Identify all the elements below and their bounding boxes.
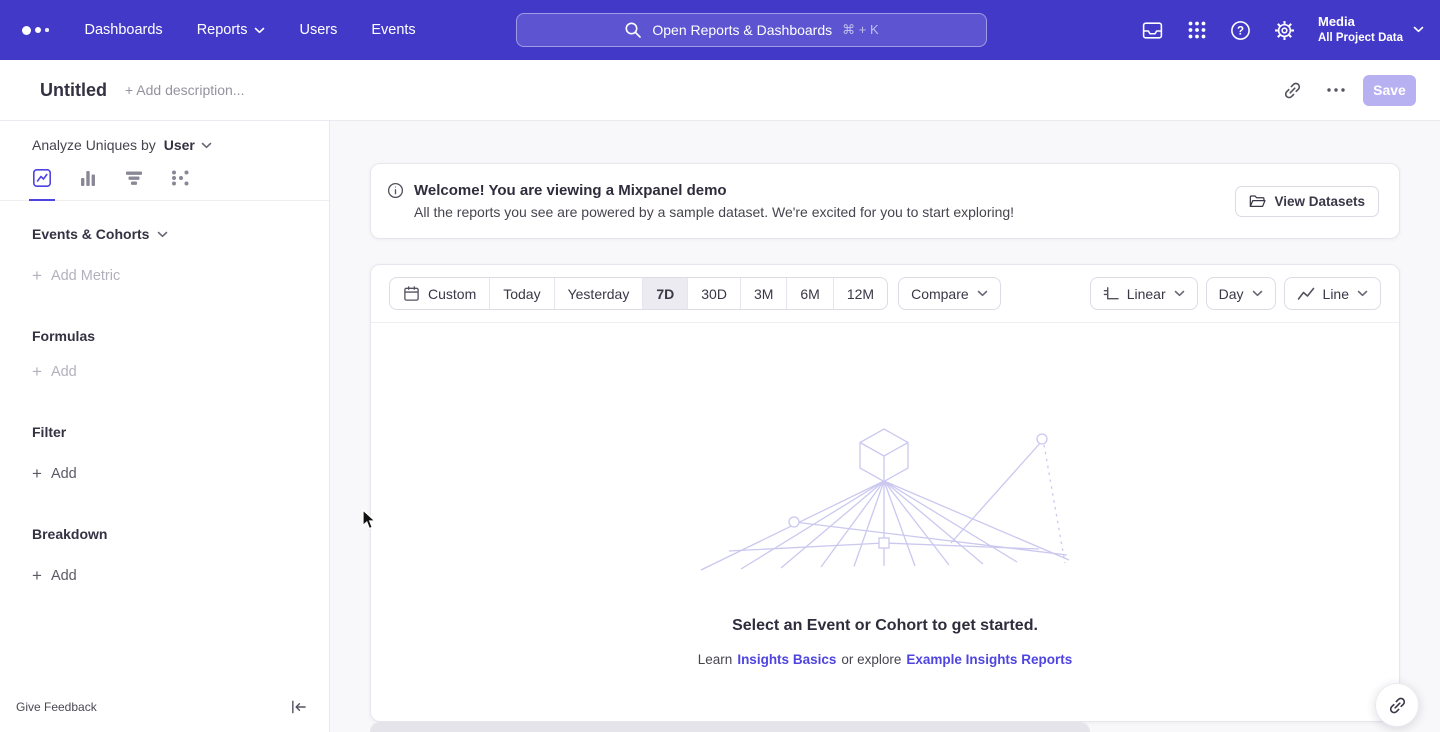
share-link-fab[interactable] — [1375, 683, 1419, 727]
report-canvas: Welcome! You are viewing a Mixpanel demo… — [330, 121, 1440, 732]
search-placeholder: Open Reports & Dashboards — [652, 22, 832, 38]
range-yesterday[interactable]: Yesterday — [554, 278, 643, 309]
demo-welcome-banner: Welcome! You are viewing a Mixpanel demo… — [370, 163, 1400, 239]
scale-dropdown[interactable]: Linear — [1090, 277, 1198, 310]
insights-basics-link[interactable]: Insights Basics — [737, 652, 836, 667]
chart-type-dropdown[interactable]: Line — [1284, 277, 1381, 310]
interval-dropdown[interactable]: Day — [1206, 277, 1276, 310]
chevron-down-icon — [1413, 26, 1424, 33]
analyze-uniques-row: Analyze Uniques by User — [32, 136, 329, 154]
give-feedback-link[interactable]: Give Feedback — [16, 700, 97, 714]
query-builder-sidebar: Analyze Uniques by User Events & Cohorts — [0, 121, 330, 732]
report-title[interactable]: Untitled — [40, 80, 107, 101]
range-6m[interactable]: 6M — [786, 278, 832, 309]
global-search[interactable]: Open Reports & Dashboards ⌘ + K — [516, 13, 987, 47]
primary-nav: Dashboards Reports Users Events — [85, 22, 416, 38]
chevron-down-icon — [201, 142, 212, 149]
date-range-segmented-control: Custom Today Yesterday 7D 30D 3M 6M 12M — [389, 277, 888, 310]
chevron-down-icon — [157, 231, 168, 238]
line-chart-icon — [1297, 287, 1315, 301]
collapse-sidebar-icon[interactable] — [290, 699, 307, 715]
apps-grid-icon[interactable] — [1187, 20, 1207, 40]
plus-icon: + — [32, 466, 42, 482]
range-12m[interactable]: 12M — [833, 278, 887, 309]
range-today[interactable]: Today — [489, 278, 553, 309]
header-actions: Save — [1275, 73, 1416, 107]
chevron-down-icon — [977, 290, 988, 297]
tab-insights-icon[interactable] — [32, 168, 52, 200]
view-datasets-button[interactable]: View Datasets — [1235, 186, 1379, 217]
plus-icon: + — [32, 568, 42, 584]
range-3m[interactable]: 3M — [740, 278, 786, 309]
bottom-sheet-handle[interactable] — [370, 722, 1090, 732]
events-cohorts-section[interactable]: Events & Cohorts — [32, 225, 329, 243]
nav-right-cluster: ? Media All Project Data — [1141, 0, 1424, 60]
axis-icon — [1103, 286, 1119, 302]
chevron-down-icon — [1252, 290, 1263, 297]
nav-users[interactable]: Users — [299, 22, 337, 38]
calendar-icon — [403, 285, 420, 302]
search-icon — [624, 21, 642, 39]
top-navigation: Dashboards Reports Users Events Open Rep… — [0, 0, 1440, 60]
project-name: Media — [1318, 14, 1403, 31]
chevron-down-icon — [254, 27, 265, 34]
search-shortcut: ⌘ + K — [842, 22, 879, 38]
analyze-by-dropdown[interactable]: User — [164, 136, 212, 154]
formulas-section: Formulas — [32, 327, 329, 345]
add-formula-button[interactable]: + Add — [32, 363, 329, 381]
range-custom[interactable]: Custom — [390, 278, 489, 309]
compare-dropdown[interactable]: Compare — [898, 277, 1001, 310]
project-scope: All Project Data — [1318, 31, 1403, 46]
save-button[interactable]: Save — [1363, 75, 1416, 106]
settings-gear-icon[interactable] — [1274, 20, 1295, 41]
example-insights-reports-link[interactable]: Example Insights Reports — [906, 652, 1072, 667]
breakdown-section: Breakdown — [32, 525, 329, 543]
add-breakdown-button[interactable]: + Add — [32, 567, 329, 585]
info-icon — [387, 182, 404, 199]
add-filter-button[interactable]: + Add — [32, 465, 329, 483]
banner-title: Welcome! You are viewing a Mixpanel demo — [414, 182, 1014, 199]
mixpanel-logo[interactable] — [22, 26, 49, 35]
svg-text:?: ? — [1237, 25, 1244, 37]
tab-flows-icon[interactable] — [170, 168, 190, 200]
empty-state: Select an Event or Cohort to get started… — [371, 323, 1399, 667]
chart-toolbar: Custom Today Yesterday 7D 30D 3M 6M 12M … — [371, 265, 1399, 323]
empty-state-title: Select an Event or Cohort to get started… — [732, 617, 1038, 635]
empty-state-illustration — [699, 423, 1071, 573]
banner-body: All the reports you see are powered by a… — [414, 204, 1014, 220]
chevron-down-icon — [1174, 290, 1185, 297]
folder-icon — [1249, 194, 1266, 209]
tab-bar-chart-icon[interactable] — [78, 168, 98, 200]
nav-reports[interactable]: Reports — [197, 22, 266, 38]
report-type-tabs — [0, 168, 329, 201]
inbox-icon[interactable] — [1141, 20, 1164, 41]
more-options-icon[interactable] — [1319, 73, 1353, 107]
copy-link-icon[interactable] — [1275, 73, 1309, 107]
project-selector[interactable]: Media All Project Data — [1318, 14, 1424, 46]
range-30d[interactable]: 30D — [687, 278, 740, 309]
plus-icon: + — [32, 364, 42, 380]
plus-icon: + — [32, 268, 42, 284]
tab-funnel-icon[interactable] — [124, 168, 144, 200]
range-7d[interactable]: 7D — [642, 278, 687, 309]
sidebar-footer: Give Feedback — [0, 692, 329, 732]
analyze-label: Analyze Uniques by — [32, 136, 156, 154]
chevron-down-icon — [1357, 290, 1368, 297]
report-header: Untitled + Add description... Save — [0, 60, 1440, 121]
help-icon[interactable]: ? — [1230, 20, 1251, 41]
add-description[interactable]: + Add description... — [125, 82, 244, 98]
filter-section: Filter — [32, 423, 329, 441]
nav-events[interactable]: Events — [371, 22, 415, 38]
link-icon — [1388, 696, 1407, 715]
nav-dashboards[interactable]: Dashboards — [85, 22, 163, 38]
empty-state-subtitle: Learn Insights Basics or explore Example… — [698, 652, 1072, 667]
add-metric-button[interactable]: + Add Metric — [32, 267, 329, 285]
insights-chart-card: Custom Today Yesterday 7D 30D 3M 6M 12M … — [370, 264, 1400, 722]
